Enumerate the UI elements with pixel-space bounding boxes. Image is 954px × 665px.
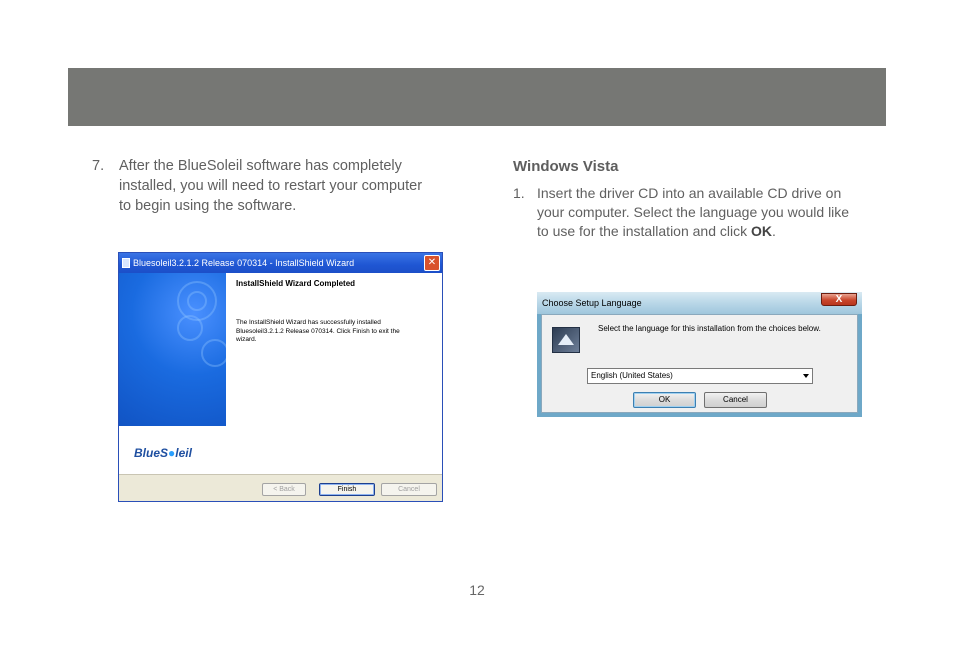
choose-language-dialog: Choose Setup Language X Select the langu… [537, 292, 862, 417]
step-1: 1. Insert the driver CD into an availabl… [513, 184, 853, 241]
decor-ring [177, 315, 203, 341]
chevron-down-icon [803, 374, 809, 378]
wizard-content: InstallShield Wizard Completed The Insta… [226, 273, 442, 474]
wizard-heading: InstallShield Wizard Completed [236, 279, 356, 288]
step-number: 1. [513, 185, 525, 201]
decor-ring [201, 339, 229, 367]
step-text-main: Insert the driver CD into an available C… [537, 185, 850, 239]
step-text: Insert the driver CD into an available C… [537, 184, 853, 241]
back-button[interactable]: < Back [262, 483, 306, 496]
window-titlebar: Bluesoleil3.2.1.2 Release 070314 - Insta… [119, 253, 442, 273]
step-text: After the BlueSoleil software has comple… [119, 158, 423, 214]
language-value: English (United States) [591, 371, 673, 380]
finish-button[interactable]: Finish [319, 483, 375, 496]
wizard-side-panel: BlueS●leil [119, 273, 229, 474]
app-icon [122, 258, 130, 268]
window-title: Bluesoleil3.2.1.2 Release 070314 - Insta… [133, 258, 355, 268]
step-number: 7. [92, 158, 105, 174]
cancel-button[interactable]: Cancel [381, 483, 437, 496]
step-7: 7. After the BlueSoleil software has com… [92, 156, 432, 216]
dialog-title: Choose Setup Language [537, 292, 862, 314]
step-text-bold: OK [751, 223, 773, 239]
header-band [68, 68, 886, 126]
wizard-message: The InstallShield Wizard has successfull… [236, 319, 400, 343]
section-title: Windows Vista [513, 158, 619, 175]
ok-button[interactable]: OK [633, 392, 696, 408]
step-text-end: . [772, 223, 776, 239]
decor-ring [187, 291, 207, 311]
dialog-message: Select the language for this installatio… [598, 324, 821, 333]
close-icon[interactable]: X [821, 293, 857, 306]
wizard-footer: < Back Finish Cancel [119, 474, 442, 501]
close-icon[interactable]: ✕ [424, 255, 440, 271]
installshield-window: Bluesoleil3.2.1.2 Release 070314 - Insta… [118, 252, 443, 502]
bluesoleil-logo: BlueS●leil [134, 446, 192, 460]
logo-text: BlueS [134, 446, 169, 460]
dialog-body: Select the language for this installatio… [541, 314, 858, 413]
page-number: 12 [469, 582, 485, 598]
language-select[interactable]: English (United States) [587, 368, 813, 384]
setup-icon [552, 327, 580, 353]
logo-text: leil [175, 446, 192, 460]
cancel-button[interactable]: Cancel [704, 392, 767, 408]
